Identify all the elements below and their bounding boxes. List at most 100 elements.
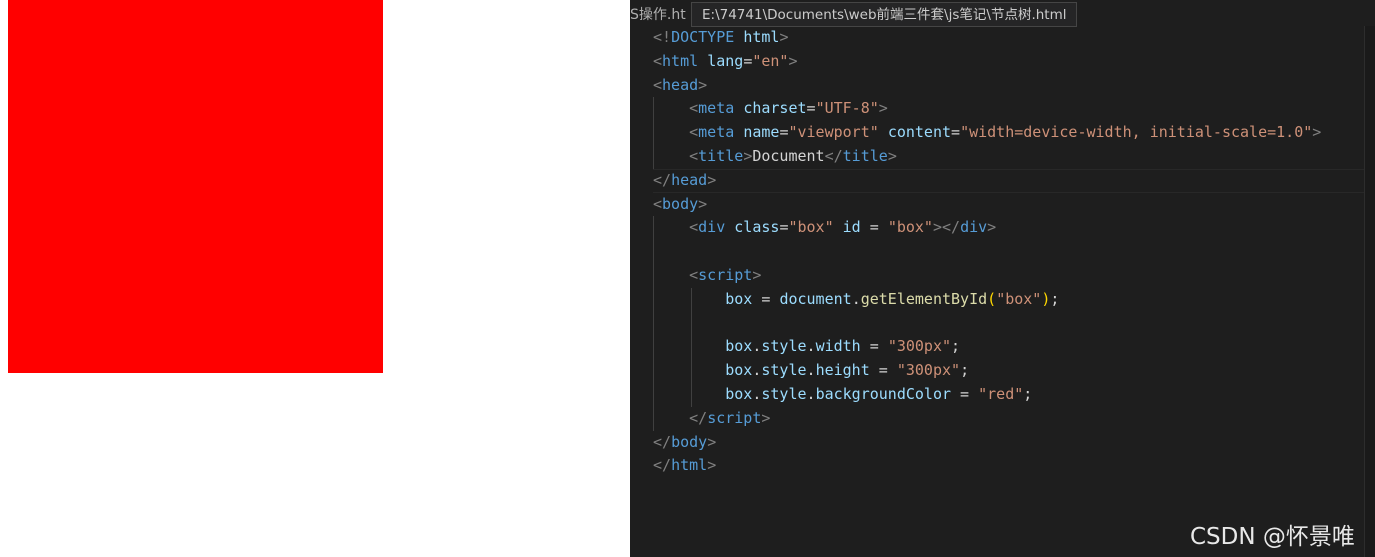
code-token: meta <box>698 99 744 118</box>
code-text: box.style.height = "300px"; <box>653 359 969 383</box>
code-token: id <box>842 218 861 237</box>
code-line[interactable]: </body> <box>630 431 1365 455</box>
code-line[interactable]: <head> <box>630 74 1365 98</box>
code-token: html <box>662 51 708 70</box>
code-line[interactable]: box.style.backgroundColor = "red"; <box>630 382 1365 407</box>
code-line[interactable]: box.style.height = "300px"; <box>630 359 1365 383</box>
code-token: </ <box>824 146 843 165</box>
code-token: ; <box>1050 289 1060 308</box>
code-token: Document <box>752 146 825 165</box>
editor-tab-label[interactable]: S操作.ht <box>630 4 686 24</box>
code-token: . <box>806 337 816 356</box>
code-line[interactable]: <title>Document</title> <box>630 144 1365 169</box>
code-text: <meta charset="UTF-8"> <box>653 97 888 121</box>
code-token: > <box>707 456 717 475</box>
code-token: > <box>707 432 717 451</box>
code-token: = <box>806 99 816 118</box>
code-token: "red" <box>978 384 1024 403</box>
code-token: </ <box>653 432 672 451</box>
code-token: < <box>653 75 663 94</box>
code-token: <! <box>653 28 672 46</box>
code-token: > <box>779 28 789 46</box>
code-token: </ <box>653 456 672 475</box>
file-path-tooltip: E:\74741\Documents\web前端三件套\js笔记\节点树.htm… <box>691 2 1078 27</box>
code-token: box <box>725 289 753 308</box>
code-line[interactable]: <html lang="en"> <box>630 50 1365 74</box>
code-token: box <box>725 337 753 356</box>
code-text: </head> <box>653 169 716 193</box>
code-token: = <box>860 337 888 356</box>
code-token: > <box>707 170 717 189</box>
code-token: script <box>707 408 762 427</box>
code-token: > <box>761 408 771 427</box>
code-token: class <box>734 218 780 237</box>
code-token: "box" <box>887 218 933 237</box>
code-editor[interactable]: S操作.ht E:\74741\Documents\web前端三件套\js笔记\… <box>630 0 1375 557</box>
code-token: "en" <box>752 51 789 70</box>
code-token: "300px" <box>896 361 961 380</box>
code-token: < <box>689 99 699 118</box>
csdn-watermark: CSDN @怀景唯 <box>1190 524 1355 550</box>
indent-guide <box>653 311 654 336</box>
code-line[interactable]: <body> <box>630 193 1365 217</box>
code-line[interactable]: <script> <box>630 263 1365 288</box>
code-text: <html lang="en"> <box>653 50 798 74</box>
code-line[interactable] <box>630 240 1365 264</box>
code-line[interactable]: <meta charset="UTF-8"> <box>630 97 1365 122</box>
code-token: script <box>698 265 753 284</box>
code-token: > <box>987 218 997 237</box>
code-line[interactable]: box = document.getElementById("box"); <box>630 287 1365 312</box>
code-text: box = document.getElementById("box"); <box>653 288 1059 312</box>
code-line[interactable]: <!DOCTYPE html> <box>630 26 1365 50</box>
code-token: box <box>725 361 753 380</box>
code-token: ; <box>1023 384 1033 403</box>
indent-guide <box>691 311 692 336</box>
code-token: = <box>951 384 979 403</box>
code-token: DOCTYPE <box>671 28 744 46</box>
code-token: > <box>698 75 708 94</box>
code-token: > <box>887 146 897 165</box>
code-token: html <box>743 28 780 46</box>
code-token: > <box>698 194 708 213</box>
code-token: document <box>779 289 852 308</box>
code-token: "box" <box>996 289 1042 308</box>
code-token: backgroundColor <box>815 384 952 403</box>
code-text: <script> <box>653 264 761 288</box>
code-token: ; <box>960 361 970 380</box>
code-line[interactable]: <meta name="viewport" content="width=dev… <box>630 121 1365 145</box>
code-token: body <box>662 194 699 213</box>
code-token: "viewport" <box>788 123 879 142</box>
code-token: title <box>698 146 744 165</box>
code-text: </body> <box>653 431 716 455</box>
code-token: < <box>653 194 663 213</box>
code-text: </html> <box>653 454 716 478</box>
code-line[interactable]: </head> <box>630 168 1365 193</box>
code-token: div <box>698 218 735 237</box>
code-line[interactable]: </script> <box>630 406 1365 431</box>
code-line[interactable] <box>630 311 1365 336</box>
code-token: "UTF-8" <box>815 99 879 118</box>
code-token: . <box>806 384 816 403</box>
code-token: > <box>788 51 798 70</box>
code-token: > <box>752 265 762 284</box>
code-text: </script> <box>653 407 770 431</box>
code-token: . <box>806 361 816 380</box>
code-area[interactable]: <!DOCTYPE html> <html lang="en"> <head> <m… <box>630 26 1365 478</box>
code-token: head <box>662 75 699 94</box>
code-line[interactable]: box.style.width = "300px"; <box>630 335 1365 360</box>
vertical-scrollbar[interactable] <box>1364 26 1375 557</box>
code-token: </ <box>653 170 672 189</box>
code-token: = <box>869 361 897 380</box>
code-token: title <box>842 146 888 165</box>
code-token: ( <box>987 289 997 308</box>
code-token: ></ <box>932 218 961 237</box>
code-line[interactable]: <div class="box" id = "box"></div> <box>630 216 1365 241</box>
code-line[interactable]: </html> <box>630 454 1365 478</box>
code-token: style <box>761 337 807 356</box>
